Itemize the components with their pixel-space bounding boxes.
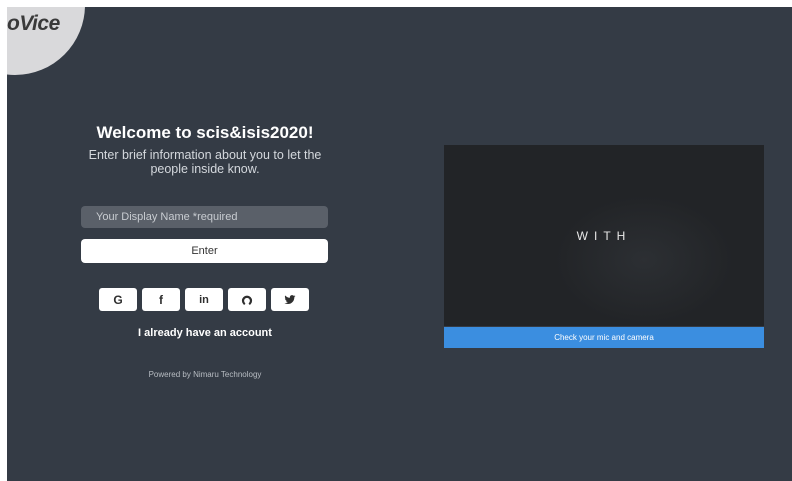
linkedin-login-button[interactable]: in — [185, 288, 223, 311]
google-login-button[interactable]: G — [99, 288, 137, 311]
ovice-logo[interactable]: oVice — [7, 12, 60, 36]
existing-account-link[interactable]: I already have an account — [81, 327, 329, 339]
linkedin-icon: in — [199, 293, 209, 306]
welcome-title: Welcome to scis&isis2020! — [96, 123, 314, 142]
enter-button[interactable]: Enter — [81, 239, 328, 263]
google-icon: G — [113, 292, 123, 307]
facebook-icon: f — [159, 292, 163, 307]
app-background: oVice Welcome to scis&isis2020! Enter br… — [7, 7, 792, 481]
display-name-input[interactable] — [81, 206, 328, 228]
facebook-login-button[interactable]: f — [142, 288, 180, 311]
camera-preview: WITH — [444, 145, 764, 326]
preview-shading — [554, 195, 734, 325]
twitter-icon — [284, 294, 296, 304]
check-mic-camera-button[interactable]: Check your mic and camera — [444, 327, 764, 348]
github-login-button[interactable] — [228, 288, 266, 311]
github-icon — [241, 295, 253, 305]
welcome-section: Welcome to scis&isis2020! Enter brief in… — [81, 123, 329, 176]
welcome-subtitle: Enter brief information about you to let… — [88, 148, 322, 176]
powered-by-text: Powered by Nimaru Technology — [148, 370, 262, 379]
twitter-login-button[interactable] — [271, 288, 309, 311]
preview-overlay-text: WITH — [576, 229, 632, 243]
